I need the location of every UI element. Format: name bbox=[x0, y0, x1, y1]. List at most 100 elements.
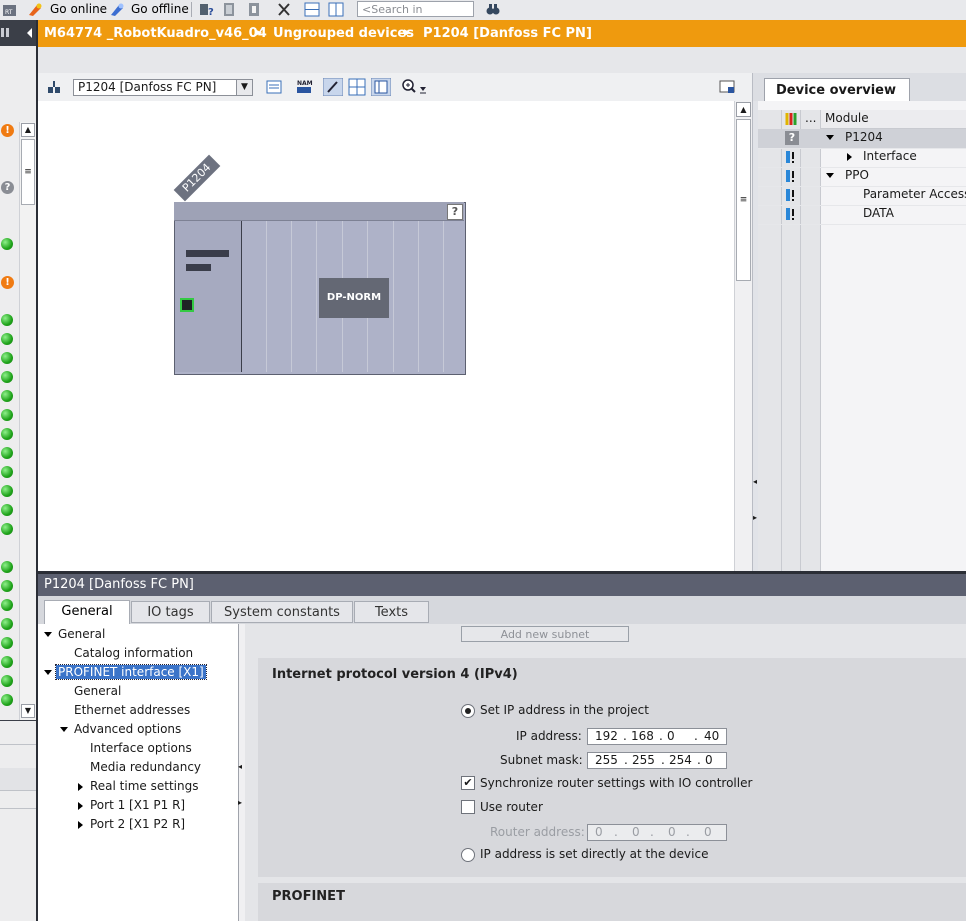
nav-item-port-2[interactable]: Port 2 [X1 P2 R] bbox=[90, 817, 185, 831]
tab-system-constants[interactable]: System constants bbox=[211, 601, 353, 623]
router-address-field[interactable]: 0 . 0 . 0 . 0 bbox=[587, 824, 727, 841]
nav-item-profinet-interface[interactable]: PROFINET interface [X1] bbox=[55, 664, 207, 680]
expand-arrow-icon[interactable] bbox=[44, 632, 52, 637]
nav-item-catalog-information[interactable]: Catalog information bbox=[74, 646, 193, 660]
sync-router-checkbox[interactable]: ✔ bbox=[461, 776, 475, 790]
go-offline-button[interactable]: Go offline bbox=[131, 2, 189, 16]
expand-arrow-icon[interactable] bbox=[78, 821, 83, 829]
collapse-left-icon[interactable]: ◂ bbox=[238, 762, 242, 771]
profinet-port-icon[interactable] bbox=[180, 298, 194, 312]
go-offline-icon[interactable] bbox=[109, 2, 125, 17]
nav-item-interface-options[interactable]: Interface options bbox=[90, 741, 192, 755]
ip-set-at-device-radio[interactable] bbox=[461, 848, 475, 862]
device-name-icon[interactable]: NAME bbox=[295, 78, 313, 96]
chevron-down-icon[interactable]: ▼ bbox=[236, 80, 252, 95]
collapse-left-icon[interactable] bbox=[0, 26, 37, 40]
ip-set-at-device-label: IP address is set directly at the device bbox=[480, 847, 709, 861]
dp-norm-module[interactable]: DP-NORM bbox=[319, 278, 389, 318]
breadcrumb-project[interactable]: M64774 _RobotKuadro_v46_04 bbox=[44, 26, 267, 41]
close-icon[interactable] bbox=[276, 2, 292, 17]
expand-arrow-icon[interactable] bbox=[44, 670, 52, 675]
search-in-project-input[interactable]: <Search in project> bbox=[357, 1, 474, 32]
router-octet: 0 bbox=[595, 825, 603, 839]
zoom-icon[interactable] bbox=[401, 78, 427, 96]
ipv4-section-title: Internet protocol version 4 (IPv4) bbox=[272, 667, 518, 682]
properties-title: P1204 [Danfoss FC PN] bbox=[38, 574, 966, 596]
show-module-icon[interactable] bbox=[266, 79, 282, 95]
slot-divider bbox=[443, 221, 444, 372]
slot-divider bbox=[316, 221, 317, 372]
show-overview-icon[interactable] bbox=[371, 78, 391, 96]
scroll-thumb[interactable]: ≡ bbox=[736, 119, 751, 281]
expand-right-icon[interactable]: ▸ bbox=[238, 798, 242, 807]
subnet-mask-field[interactable]: 255 . 255 . 254 . 0 bbox=[587, 752, 727, 769]
accessible-devices-icon[interactable]: ? bbox=[199, 2, 215, 18]
set-ip-in-project-radio[interactable] bbox=[461, 704, 475, 718]
expand-arrow-icon[interactable] bbox=[826, 135, 834, 140]
toolbar-separator bbox=[191, 2, 192, 17]
device-head-module[interactable] bbox=[175, 221, 242, 372]
set-ip-in-project-label: Set IP address in the project bbox=[480, 703, 649, 717]
scroll-thumb[interactable]: ≡ bbox=[21, 139, 35, 205]
go-online-icon[interactable] bbox=[27, 2, 43, 17]
expand-left-icon[interactable]: ◂ bbox=[753, 477, 757, 486]
ok-status-icon bbox=[1, 637, 13, 649]
split-vertical-icon[interactable] bbox=[328, 2, 344, 17]
device-selector[interactable]: P1204 [Danfoss FC PN] ▼ bbox=[73, 79, 253, 96]
ip-octet: 40 bbox=[704, 729, 720, 743]
expand-arrow-icon[interactable] bbox=[60, 727, 68, 732]
breadcrumb-group[interactable]: Ungrouped devices bbox=[273, 26, 414, 41]
start-cpu-icon[interactable] bbox=[222, 2, 238, 17]
expand-arrow-icon[interactable] bbox=[826, 173, 834, 178]
ip-octet: 0 bbox=[667, 729, 675, 743]
ok-status-icon bbox=[1, 352, 13, 364]
help-icon[interactable]: ? bbox=[447, 204, 463, 220]
ok-status-icon bbox=[1, 694, 13, 706]
nav-item-general[interactable]: General bbox=[58, 627, 105, 641]
project-tree-scrollbar[interactable]: ▲ ≡ ▼ bbox=[19, 122, 36, 720]
led-bar bbox=[186, 264, 211, 271]
scroll-down-icon[interactable]: ▼ bbox=[21, 704, 35, 718]
nav-item-media-redundancy[interactable]: Media redundancy bbox=[90, 760, 201, 774]
nav-item-advanced-options[interactable]: Advanced options bbox=[74, 722, 181, 736]
module-status-icon bbox=[786, 189, 794, 201]
expand-arrow-icon[interactable] bbox=[78, 802, 83, 810]
tab-texts[interactable]: Texts bbox=[354, 601, 429, 623]
use-router-checkbox[interactable] bbox=[461, 800, 475, 814]
expand-arrow-icon[interactable] bbox=[847, 153, 852, 161]
tab-io-tags[interactable]: IO tags bbox=[131, 601, 210, 623]
module-status-icon bbox=[786, 151, 794, 163]
nav-item-ethernet-addresses[interactable]: Ethernet addresses bbox=[74, 703, 190, 717]
ip-octet: 192 bbox=[595, 729, 618, 743]
go-online-button[interactable]: Go online bbox=[50, 2, 107, 16]
mask-octet: 255 bbox=[632, 753, 655, 767]
split-horizontal-icon[interactable] bbox=[304, 2, 320, 17]
ok-status-icon bbox=[1, 371, 13, 383]
stop-cpu-icon[interactable] bbox=[247, 2, 263, 17]
expand-arrow-icon[interactable] bbox=[78, 783, 83, 791]
ip-address-field[interactable]: 192 . 168 . 0 . 40 bbox=[587, 728, 727, 745]
details-header bbox=[0, 768, 36, 791]
search-binoculars-icon[interactable] bbox=[485, 2, 501, 17]
ip-address-label: IP address: bbox=[516, 729, 582, 743]
scroll-up-icon[interactable]: ▲ bbox=[736, 102, 751, 117]
highlight-icon[interactable] bbox=[323, 78, 343, 96]
nav-item-interface-general[interactable]: General bbox=[74, 684, 121, 698]
grid-icon[interactable] bbox=[348, 78, 366, 96]
scroll-up-icon[interactable]: ▲ bbox=[21, 123, 35, 137]
network-view-icon[interactable] bbox=[46, 79, 62, 95]
expand-right-icon[interactable]: ▸ bbox=[753, 513, 757, 522]
tab-device-overview[interactable]: Device overview bbox=[764, 78, 910, 101]
mask-octet: 254 bbox=[669, 753, 692, 767]
nav-item-real-time-settings[interactable]: Real time settings bbox=[90, 779, 198, 793]
canvas-scrollbar[interactable]: ▲ ≡ bbox=[734, 101, 753, 571]
nav-item-port-1[interactable]: Port 1 [X1 P1 R] bbox=[90, 798, 185, 812]
overview-toggle-icon[interactable] bbox=[719, 79, 735, 95]
add-new-subnet-button[interactable]: Add new subnet bbox=[461, 626, 629, 642]
runtime-icon[interactable]: RT bbox=[2, 2, 18, 17]
overview-col-module[interactable]: Module bbox=[825, 111, 869, 125]
tab-general[interactable]: General bbox=[44, 600, 130, 624]
unknown-status-icon: ? bbox=[1, 181, 14, 194]
ip-octet: 168 bbox=[631, 729, 654, 743]
breadcrumb-device[interactable]: P1204 [Danfoss FC PN] bbox=[423, 26, 592, 41]
